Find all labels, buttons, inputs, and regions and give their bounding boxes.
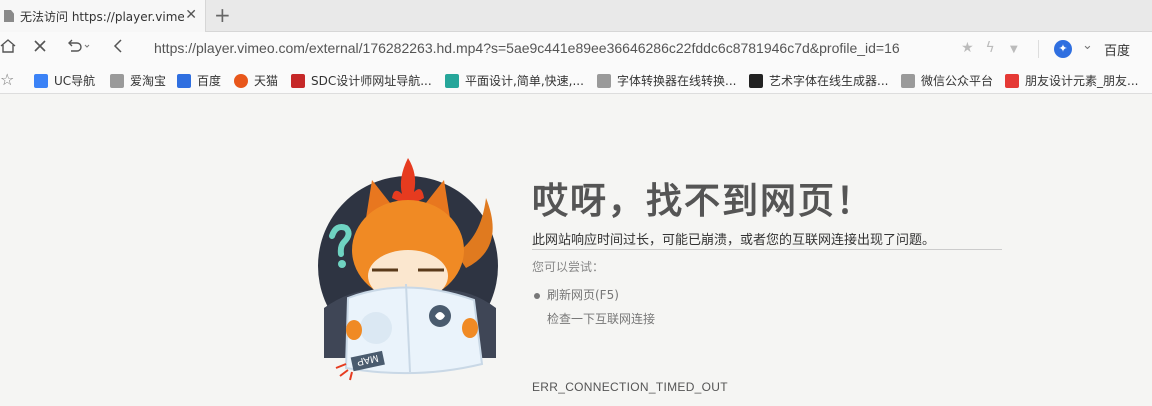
chevron-down-icon[interactable]: ⌄ xyxy=(1082,38,1093,53)
chevron-down-icon[interactable]: ▼ xyxy=(1010,44,1026,55)
bookmark-item[interactable]: 天猫 xyxy=(234,72,278,89)
bookmark-item[interactable]: 微信公众平台 xyxy=(901,72,993,89)
baidu-icon xyxy=(177,73,191,88)
browser-tab[interactable]: 无法访问 https://player.vimeo.com/external/1… xyxy=(0,0,206,32)
bookmark-item[interactable]: 百度 xyxy=(177,72,221,89)
lightning-icon[interactable]: ϟ xyxy=(986,40,1006,56)
try-label: 您可以尝试： xyxy=(532,260,605,274)
check-connection-suggestion: 检查一下互联网连接 xyxy=(547,312,656,326)
stop-icon[interactable] xyxy=(32,38,48,59)
bookmark-bar: ☆ UC导航 爱淘宝 百度 天猫 SDC设计师网址导航... 平面设计,简单,快… xyxy=(0,66,1152,94)
friend-design-icon xyxy=(1005,73,1019,88)
address-bar[interactable]: https://player.vimeo.com/external/176282… xyxy=(146,36,1026,62)
divider xyxy=(1038,40,1039,58)
url-text[interactable]: https://player.vimeo.com/external/176282… xyxy=(154,40,944,56)
page-icon xyxy=(901,73,915,88)
baidu-paw-icon[interactable]: ✦ xyxy=(1054,40,1072,58)
document-icon xyxy=(4,10,14,22)
new-tab-icon[interactable]: + xyxy=(214,4,231,26)
uc-icon xyxy=(34,73,48,88)
squirrel-illustration: MAP xyxy=(318,158,498,381)
divider xyxy=(532,249,1002,250)
refresh-suggestion[interactable]: 刷新网页(F5) xyxy=(534,286,619,303)
sdc-icon xyxy=(291,73,305,88)
page-icon xyxy=(597,73,611,88)
error-code: ERR_CONNECTION_TIMED_OUT xyxy=(532,380,728,394)
design-icon xyxy=(445,73,459,88)
tab-strip: 无法访问 https://player.vimeo.com/external/1… xyxy=(0,0,1152,32)
toolbar: https://player.vimeo.com/external/176282… xyxy=(0,32,1152,66)
bullet-icon xyxy=(534,292,540,299)
error-title: 哎呀，找不到网页！ xyxy=(532,181,875,222)
bookmark-item[interactable]: SDC设计师网址导航... xyxy=(291,72,432,89)
bookmark-item[interactable]: 爱淘宝 xyxy=(110,72,166,89)
page-icon xyxy=(110,73,124,88)
undo-icon[interactable] xyxy=(66,38,92,59)
art-font-icon xyxy=(749,73,763,88)
tmall-icon xyxy=(234,73,248,88)
bookmark-item[interactable]: UC导航 xyxy=(34,72,95,89)
bookmark-item[interactable]: 艺术字体在线生成器... xyxy=(749,72,888,89)
bookmark-item[interactable]: 朋友设计元素_朋友... xyxy=(1005,72,1138,89)
bookmark-item[interactable]: 平面设计,简单,快速,... xyxy=(445,72,584,89)
star-icon[interactable]: ★ xyxy=(961,40,981,56)
bookmark-item[interactable]: 字体转换器在线转换... xyxy=(597,72,736,89)
error-description: 此网站响应时间过长，可能已崩溃，或者您的互联网连接出现了问题。 xyxy=(532,233,936,248)
bookmark-star-icon[interactable]: ☆ xyxy=(0,70,14,89)
search-engine-name[interactable]: 百度 xyxy=(1104,40,1130,59)
tab-title: 无法访问 https://player.vimeo.com/external/1… xyxy=(20,9,184,24)
tab-close-icon[interactable]: ✕ xyxy=(185,8,197,22)
back-icon[interactable] xyxy=(110,38,126,59)
home-icon[interactable] xyxy=(0,38,16,59)
